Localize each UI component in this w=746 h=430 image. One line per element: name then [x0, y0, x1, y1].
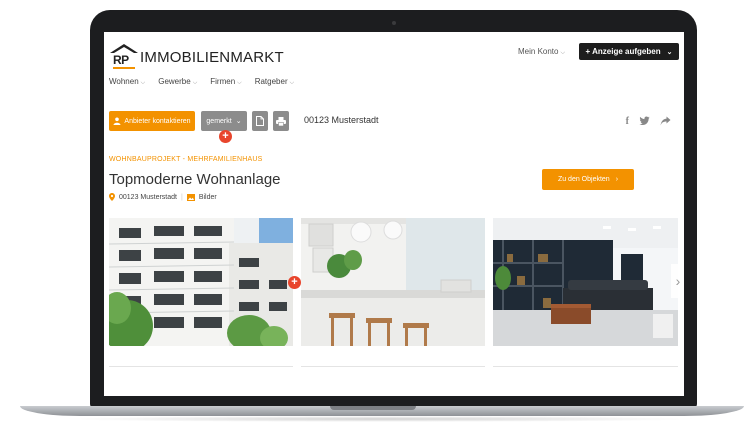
toolbar-location: 00123 Musterstadt — [304, 115, 379, 125]
chevron-right-icon: › — [615, 176, 619, 183]
listing-meta: 00123 Musterstadt | Bilder — [109, 193, 217, 201]
account-menu[interactable]: Mein Konto ⌵ — [518, 47, 565, 57]
nav-item-gewerbe[interactable]: Gewerbe ⌵ — [158, 77, 197, 87]
contact-provider-button[interactable]: Anbieter kontaktieren — [109, 111, 195, 131]
site-logo[interactable]: RP IMMOBILIENMARKT — [110, 44, 284, 70]
logo-mark-icon: RP — [110, 44, 138, 70]
twitter-icon[interactable] — [639, 116, 650, 126]
image-icon — [186, 193, 195, 201]
images-link[interactable]: Bilder — [199, 194, 217, 201]
meta-separator: | — [180, 193, 183, 201]
facebook-icon[interactable]: f — [626, 116, 629, 127]
divider — [301, 366, 485, 367]
print-icon — [276, 116, 286, 126]
plus-icon[interactable]: + — [288, 276, 301, 289]
listing-location: 00123 Musterstadt — [119, 193, 177, 201]
chevron-down-icon: ⌄ — [235, 118, 242, 125]
share-icon[interactable] — [660, 116, 671, 126]
chevron-down-icon: ⌵ — [140, 80, 146, 86]
nav-item-wohnen[interactable]: Wohnen ⌵ — [109, 77, 145, 87]
nav-item-ratgeber[interactable]: Ratgeber ⌵ — [255, 77, 294, 87]
nav-item-firmen[interactable]: Firmen ⌵ — [210, 77, 241, 87]
listing-title: Topmoderne Wohnanlage — [109, 171, 281, 188]
share-links: f — [626, 116, 671, 127]
to-objects-button[interactable]: Zu den Objekten › — [542, 169, 634, 190]
image-gallery: + › — [109, 218, 684, 346]
gallery-image-building[interactable] — [109, 218, 293, 346]
laptop-shadow — [60, 416, 700, 422]
main-nav: Wohnen ⌵ Gewerbe ⌵ Firmen ⌵ Ratgeber ⌵ — [109, 77, 294, 87]
listing-category: WOHNBAUPROJEKT - MEHRFAMILIENHAUS — [109, 156, 263, 163]
logo-text: IMMOBILIENMARKT — [140, 48, 284, 66]
gallery-next-arrow[interactable]: › — [671, 264, 684, 298]
pdf-icon — [256, 116, 264, 126]
listing-toolbar: Anbieter kontaktieren gemerkt ⌄ + 00123 M… — [109, 111, 679, 143]
map-pin-icon — [109, 193, 115, 201]
chevron-down-icon: ⌵ — [560, 50, 566, 56]
camera — [392, 21, 396, 25]
gallery-image-living-room[interactable] — [493, 218, 678, 346]
saved-dropdown-button[interactable]: gemerkt ⌄ — [201, 111, 247, 131]
divider — [493, 366, 678, 367]
plus-icon[interactable]: + — [219, 130, 232, 143]
divider — [109, 366, 293, 367]
chevron-down-icon: ⌵ — [237, 80, 242, 86]
chevron-right-icon: › — [675, 273, 681, 289]
browser-screen: RP IMMOBILIENMARKT Mein Konto ⌵ + Anzeige… — [104, 32, 684, 396]
laptop-notch — [330, 406, 416, 410]
user-icon — [113, 117, 121, 125]
chevron-down-icon: ⌵ — [192, 80, 198, 86]
pdf-button[interactable] — [252, 111, 268, 131]
gallery-image-kitchen[interactable] — [301, 218, 485, 346]
chevron-down-icon: ⌄ — [666, 48, 673, 56]
chevron-down-icon: ⌵ — [289, 80, 295, 86]
post-listing-button[interactable]: + Anzeige aufgeben ⌄ — [579, 43, 679, 60]
print-button[interactable] — [273, 111, 289, 131]
